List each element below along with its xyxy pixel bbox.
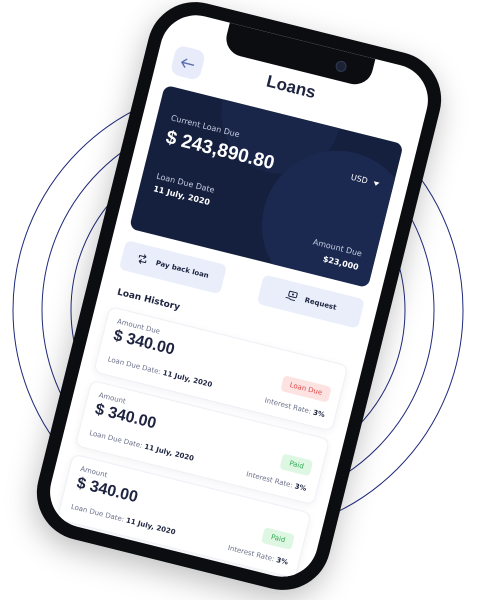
- loan-due-date: Loan Due Date: 11 July, 2020: [88, 429, 194, 463]
- amount-value: $ 340.00: [93, 400, 158, 433]
- date-label: Loan Due Date:: [106, 355, 162, 377]
- loan-due-date: Loan Due Date: 11 July, 2020: [70, 503, 176, 537]
- date-label: Loan Due Date:: [70, 502, 125, 524]
- date-value: 11 July, 2020: [125, 516, 177, 537]
- rate-value: 3%: [293, 482, 308, 493]
- status-badge: Paid: [279, 453, 314, 477]
- repeat-icon: [136, 252, 150, 267]
- money-hand-icon: [284, 289, 299, 305]
- caret-down-icon: [372, 180, 380, 187]
- date-value: 11 July, 2020: [161, 368, 214, 390]
- status-badge: Paid: [261, 527, 295, 551]
- rate-value: 3%: [275, 556, 289, 567]
- date-label: Loan Due Date:: [88, 429, 144, 450]
- camera-icon: [334, 59, 348, 74]
- rate-label: Interest Rate:: [227, 543, 276, 564]
- pay-back-loan-label: Pay back loan: [154, 259, 210, 280]
- rate-value: 3%: [312, 408, 326, 420]
- request-label: Request: [303, 296, 338, 312]
- rate-label: Interest Rate:: [245, 470, 294, 490]
- amount-value: $ 340.00: [74, 474, 140, 507]
- status-badge: Loan Due: [280, 375, 332, 403]
- loan-due-date: Loan Due Date: 11 July, 2020: [107, 355, 213, 389]
- rate-label: Interest Rate:: [263, 396, 312, 416]
- date-value: 11 July, 2020: [143, 442, 195, 463]
